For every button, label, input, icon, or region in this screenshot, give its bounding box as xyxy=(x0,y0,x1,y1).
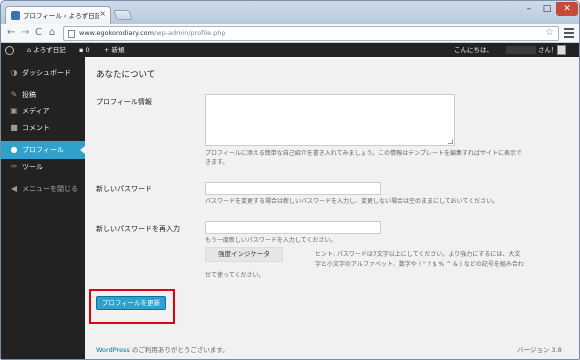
home-icon[interactable]: ⌂ xyxy=(49,27,55,39)
url-host: www.egokorodiary.com xyxy=(79,29,154,37)
url-text: www.egokorodiary.com/wp-admin/profile.ph… xyxy=(79,29,226,37)
sidebar-collapse-menu[interactable]: ◀ メニューを閉じる xyxy=(1,180,85,198)
main-content: あなたについて プロフィール情報 プロフィールに添える簡単な自己紹介を書き入れて… xyxy=(85,57,579,359)
password-strength-indicator: 強度インジケータ xyxy=(205,247,283,262)
new-label: 新規 xyxy=(111,46,125,54)
hint-line2: 字と小文字のアルファベット、数字や ! " ? $ % ^ & ) などの記号を… xyxy=(315,261,524,268)
tab-title: プロフィール ‹ よろず日記 — xyxy=(23,12,99,20)
bio-desc-line1: プロフィールに添える簡単な自己紹介を書き入れてみましょう。この情報はテンプレート… xyxy=(205,150,522,157)
sidebar-item-label: ツール xyxy=(22,163,43,171)
admin-bar-new[interactable]: + 新規 xyxy=(104,43,125,57)
repeat-password-description: もう一度新しいパスワードを入力してください。 xyxy=(205,237,337,244)
username-redacted[interactable] xyxy=(506,46,536,54)
wp-admin-bar: ⌂ よろず日記 ▪ 0 + 新規 こんにちは、 さん！ xyxy=(1,43,579,57)
bio-description: プロフィールに添える簡単な自己紹介を書き入れてみましょう。この情報はテンプレート… xyxy=(205,149,522,167)
sidebar-item-profile[interactable]: ● プロフィール xyxy=(1,141,85,159)
collapse-icon: ◀ xyxy=(10,184,18,193)
address-bar[interactable]: www.egokorodiary.com/wp-admin/profile.ph… xyxy=(63,26,559,41)
site-name: よろず日記 xyxy=(33,46,66,54)
sidebar-item-label: プロフィール xyxy=(22,146,64,154)
browser-tab[interactable]: プロフィール ‹ よろず日記 — × xyxy=(5,6,111,24)
reload-icon[interactable]: C xyxy=(35,27,42,39)
footer-thanks-text: のご利用ありがとうございます。 xyxy=(129,346,229,354)
back-arrow-icon[interactable]: ← xyxy=(7,27,15,39)
close-window-button[interactable]: ✕ xyxy=(556,2,578,16)
sidebar-item-label: メニューを閉じる xyxy=(22,185,78,193)
wordpress-link[interactable]: WordPress xyxy=(96,346,130,354)
hint-line1: ヒント: パスワードは7文字以上にしてください。より強力にするには、大文 xyxy=(315,251,521,258)
bio-textarea[interactable] xyxy=(205,94,455,146)
avatar[interactable] xyxy=(557,45,566,55)
admin-sidebar: ◑ ダッシュボード ✎ 投稿 ▣ メディア ■ コメント ● プロフィール ✑ … xyxy=(1,57,85,359)
repeat-password-input[interactable] xyxy=(205,221,381,234)
dashboard-icon: ◑ xyxy=(10,68,18,77)
bookmark-star-icon[interactable]: ☆ xyxy=(545,27,554,38)
new-password-input[interactable] xyxy=(205,182,381,195)
sidebar-item-label: メディア xyxy=(22,107,50,115)
media-icon: ▣ xyxy=(10,106,18,115)
browser-toolbar: ← → C ⌂ www.egokorodiary.com/wp-admin/pr… xyxy=(1,24,579,43)
url-path: /wp-admin/profile.php xyxy=(154,29,226,37)
new-tab-button[interactable] xyxy=(113,10,133,20)
wrench-icon: ✑ xyxy=(10,162,18,171)
page-icon xyxy=(68,30,75,38)
favicon-icon xyxy=(11,11,20,20)
section-title: あなたについて xyxy=(96,70,156,80)
tab-strip: プロフィール ‹ よろず日記 — × – □ ✕ xyxy=(1,1,579,24)
maximize-button[interactable]: □ xyxy=(538,2,556,16)
minimize-button[interactable]: – xyxy=(520,2,538,16)
sidebar-item-label: ダッシュボード xyxy=(22,69,71,77)
sidebar-item-label: コメント xyxy=(22,124,50,132)
bio-label: プロフィール情報 xyxy=(96,98,152,106)
hint-line3: せて使ってください。 xyxy=(205,272,265,279)
admin-bar-comments[interactable]: ▪ 0 xyxy=(79,43,90,57)
bio-desc-line2: きます。 xyxy=(205,159,229,166)
resize-grip[interactable] xyxy=(448,139,453,144)
sidebar-item-comments[interactable]: ■ コメント xyxy=(1,119,85,137)
sidebar-item-dashboard[interactable]: ◑ ダッシュボード xyxy=(1,64,85,82)
sidebar-item-media[interactable]: ▣ メディア xyxy=(1,102,85,120)
comment-icon: ■ xyxy=(10,123,18,132)
update-profile-button[interactable]: プロフィールを更新 xyxy=(96,296,166,310)
comments-count: 0 xyxy=(85,46,90,54)
forward-arrow-icon[interactable]: → xyxy=(21,27,29,39)
browser-window: プロフィール ‹ よろず日記 — × – □ ✕ ← → C ⌂ www.ego… xyxy=(0,0,580,360)
repeat-password-label: 新しいパスワードを再入力 xyxy=(96,225,180,233)
footer-version: バージョン 3.8 xyxy=(517,346,562,354)
browser-menu-icon[interactable] xyxy=(564,28,574,38)
new-password-description: パスワードを変更する場合は新しいパスワードを入力し、変更しない場合は空のままにし… xyxy=(205,198,499,205)
sidebar-item-tools[interactable]: ✑ ツール xyxy=(1,158,85,176)
admin-bar-san[interactable]: さん！ xyxy=(538,43,558,57)
admin-bar-site[interactable]: ⌂ よろず日記 xyxy=(27,43,66,57)
admin-bar-greeting: こんにちは、 xyxy=(454,46,493,54)
password-hint: ヒント: パスワードは7文字以上にしてください。より強力にするには、大文 字と小… xyxy=(315,250,565,270)
footer-thanks: WordPress のご利用ありがとうございます。 xyxy=(96,344,229,354)
user-icon: ● xyxy=(10,145,18,154)
tab-close-icon[interactable]: × xyxy=(99,9,106,18)
new-password-label: 新しいパスワード xyxy=(96,185,152,193)
